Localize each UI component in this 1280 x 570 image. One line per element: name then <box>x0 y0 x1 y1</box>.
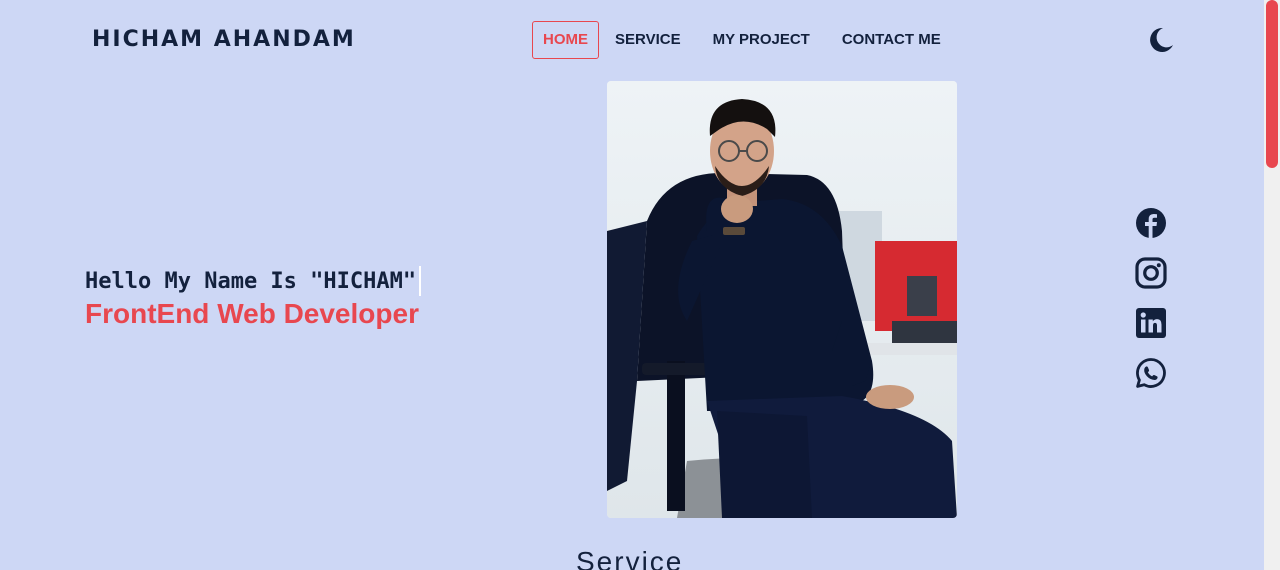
scrollbar-thumb[interactable] <box>1266 0 1278 168</box>
service-section-title: Service <box>576 546 684 570</box>
hero-greeting: Hello My Name Is "HICHAM" <box>85 266 422 296</box>
hero-role: FrontEnd Web Developer <box>85 298 419 329</box>
main-nav: HOME SERVICE MY PROJECT CONTACT ME <box>532 21 957 59</box>
hero-text: Hello My Name Is "HICHAM" FrontEnd Web D… <box>85 266 422 330</box>
social-links <box>1135 207 1167 389</box>
nav-home[interactable]: HOME <box>532 21 599 59</box>
scrollbar[interactable] <box>1264 0 1280 570</box>
linkedin-icon[interactable] <box>1135 307 1167 339</box>
moon-icon[interactable] <box>1146 25 1176 55</box>
nav-my-project[interactable]: MY PROJECT <box>697 21 826 59</box>
nav-service[interactable]: SERVICE <box>599 21 697 59</box>
instagram-icon[interactable] <box>1135 257 1167 289</box>
greeting-text: Hello My Name Is "HICHAM" <box>85 268 417 294</box>
nav-contact-me[interactable]: CONTACT ME <box>826 21 957 59</box>
brand-logo[interactable]: HICHAM AHANDAM <box>92 27 356 52</box>
page: HICHAM AHANDAM HOME SERVICE MY PROJECT C… <box>0 0 1280 570</box>
typing-cursor <box>419 266 422 296</box>
portrait-photo <box>607 81 957 518</box>
facebook-icon[interactable] <box>1135 207 1167 239</box>
whatsapp-icon[interactable] <box>1135 357 1167 389</box>
